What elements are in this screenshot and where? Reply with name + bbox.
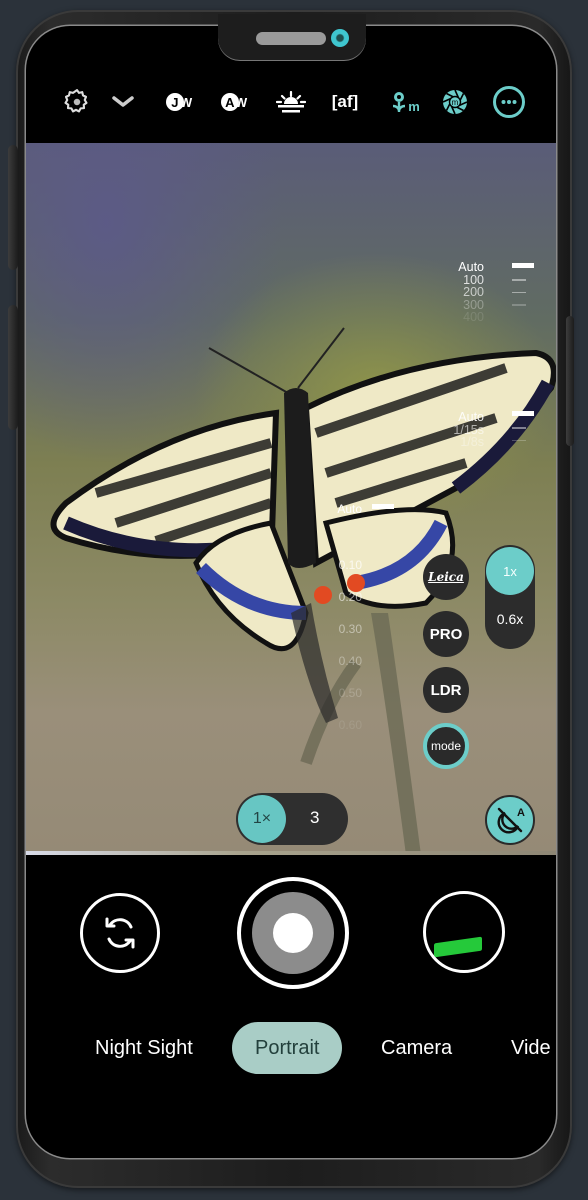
aw-button[interactable]: A W [217,80,251,124]
shutter-core [273,913,313,953]
aperture-label: m [452,98,459,107]
side-button-power [566,316,574,446]
side-button-volume-up [8,145,18,270]
settings-button[interactable] [59,80,95,124]
slider-tick [512,439,526,441]
aperture-manual-button[interactable]: m [440,80,470,124]
gallery-thumbnail-button[interactable] [423,891,505,973]
portrait-zoom-3x[interactable]: 3 [310,808,319,828]
more-dots-icon [493,86,525,118]
ldr-label: LDR [430,681,462,699]
switch-camera-button[interactable] [80,893,160,973]
slider-tick [512,427,526,429]
focus-value[interactable]: 0.40 [316,645,362,677]
camera-viewfinder[interactable]: Auto 100 200 300 400 Auto 1/15s 1/8s Aut… [26,143,556,855]
top-toolbar: J W A W [af] m m [26,80,556,124]
last-photo-thumbnail [434,936,482,958]
slider-tick [512,263,534,268]
iso-value[interactable]: 400 [442,311,484,324]
notch [218,14,366,60]
mode-portrait[interactable]: Portrait [232,1022,343,1074]
gear-icon [64,89,88,113]
focus-slider[interactable]: Auto 0.00 0.10 0.20 0.30 0.40 0.50 0.60 [316,501,362,741]
slider-tick [512,291,526,293]
butterfly-preview-image [50,327,556,855]
jw-badge-icon: J W [165,93,192,111]
shutter-value[interactable]: Auto [436,411,484,424]
auto-night-toggle[interactable]: A [485,795,535,845]
slider-tick [512,411,534,416]
more-button[interactable] [491,80,527,124]
mode-button[interactable]: mode [423,723,469,769]
slider-tick [512,279,526,281]
shutter-slider[interactable]: Auto 1/15s 1/8s [436,411,484,449]
leica-logo-icon: Leica [428,570,464,584]
flower-macro-icon [393,92,406,112]
front-camera-icon [331,29,349,47]
mode-video[interactable]: Vide [511,1022,551,1074]
viewfinder-edge [26,851,556,855]
speaker-grille [256,32,326,45]
pro-label: PRO [429,625,463,643]
svg-text:A: A [517,807,525,819]
portrait-zoom-1x[interactable]: 1× [238,795,286,843]
iso-slider-ticks [512,263,534,317]
moon-auto-slash-icon: A [497,807,525,834]
exposure-button[interactable] [274,80,308,124]
leica-button[interactable]: Leica [423,554,469,600]
lens-zoom-1x[interactable]: 1x [486,547,534,595]
autofocus-button[interactable]: [af] [328,80,362,124]
focus-value[interactable]: 0.20 [316,581,362,613]
focus-slider-indicator [372,504,394,509]
focus-value[interactable]: 0.10 [316,549,362,581]
expand-button[interactable] [108,80,138,124]
focus-value[interactable]: 0.30 [316,613,362,645]
shutter-slider-ticks [512,411,534,452]
iso-value[interactable]: Auto [442,261,484,274]
mode-camera[interactable]: Camera [381,1022,452,1074]
jw-button[interactable]: J W [162,80,196,124]
iso-slider[interactable]: Auto 100 200 300 400 [442,261,484,324]
shutter-button[interactable] [237,877,349,989]
iso-value[interactable]: 200 [442,286,484,299]
pro-mode-button[interactable]: PRO [423,611,469,657]
macro-label: m [408,98,420,114]
mode-night-sight[interactable]: Night Sight [95,1022,193,1074]
shutter-ring [252,892,334,974]
af-bracket-icon: [af] [331,92,359,111]
aw-badge-icon: A W [220,93,247,111]
portrait-zoom-selector: 1× 3 [236,793,348,845]
ldr-button[interactable]: LDR [423,667,469,713]
chevron-down-icon [112,96,134,107]
lens-zoom-selector: 1x 0.6x [485,545,535,649]
camera-switch-icon [105,917,135,949]
slider-tick [512,304,526,306]
lens-zoom-0.6x[interactable]: 0.6x [485,611,535,627]
focus-value[interactable]: 0.50 [316,677,362,709]
focus-value[interactable]: Auto [316,501,362,517]
mode-carousel: Night Sight Portrait Camera Vide [26,1022,556,1076]
mode-label: mode [430,739,462,753]
side-button-volume-down [8,305,18,430]
shutter-value[interactable]: 1/8s [436,436,484,449]
aperture-icon: m [442,89,468,115]
sunrise-icon [276,91,306,113]
macro-button[interactable]: m [388,80,422,124]
focus-value[interactable]: 0.60 [316,709,362,741]
